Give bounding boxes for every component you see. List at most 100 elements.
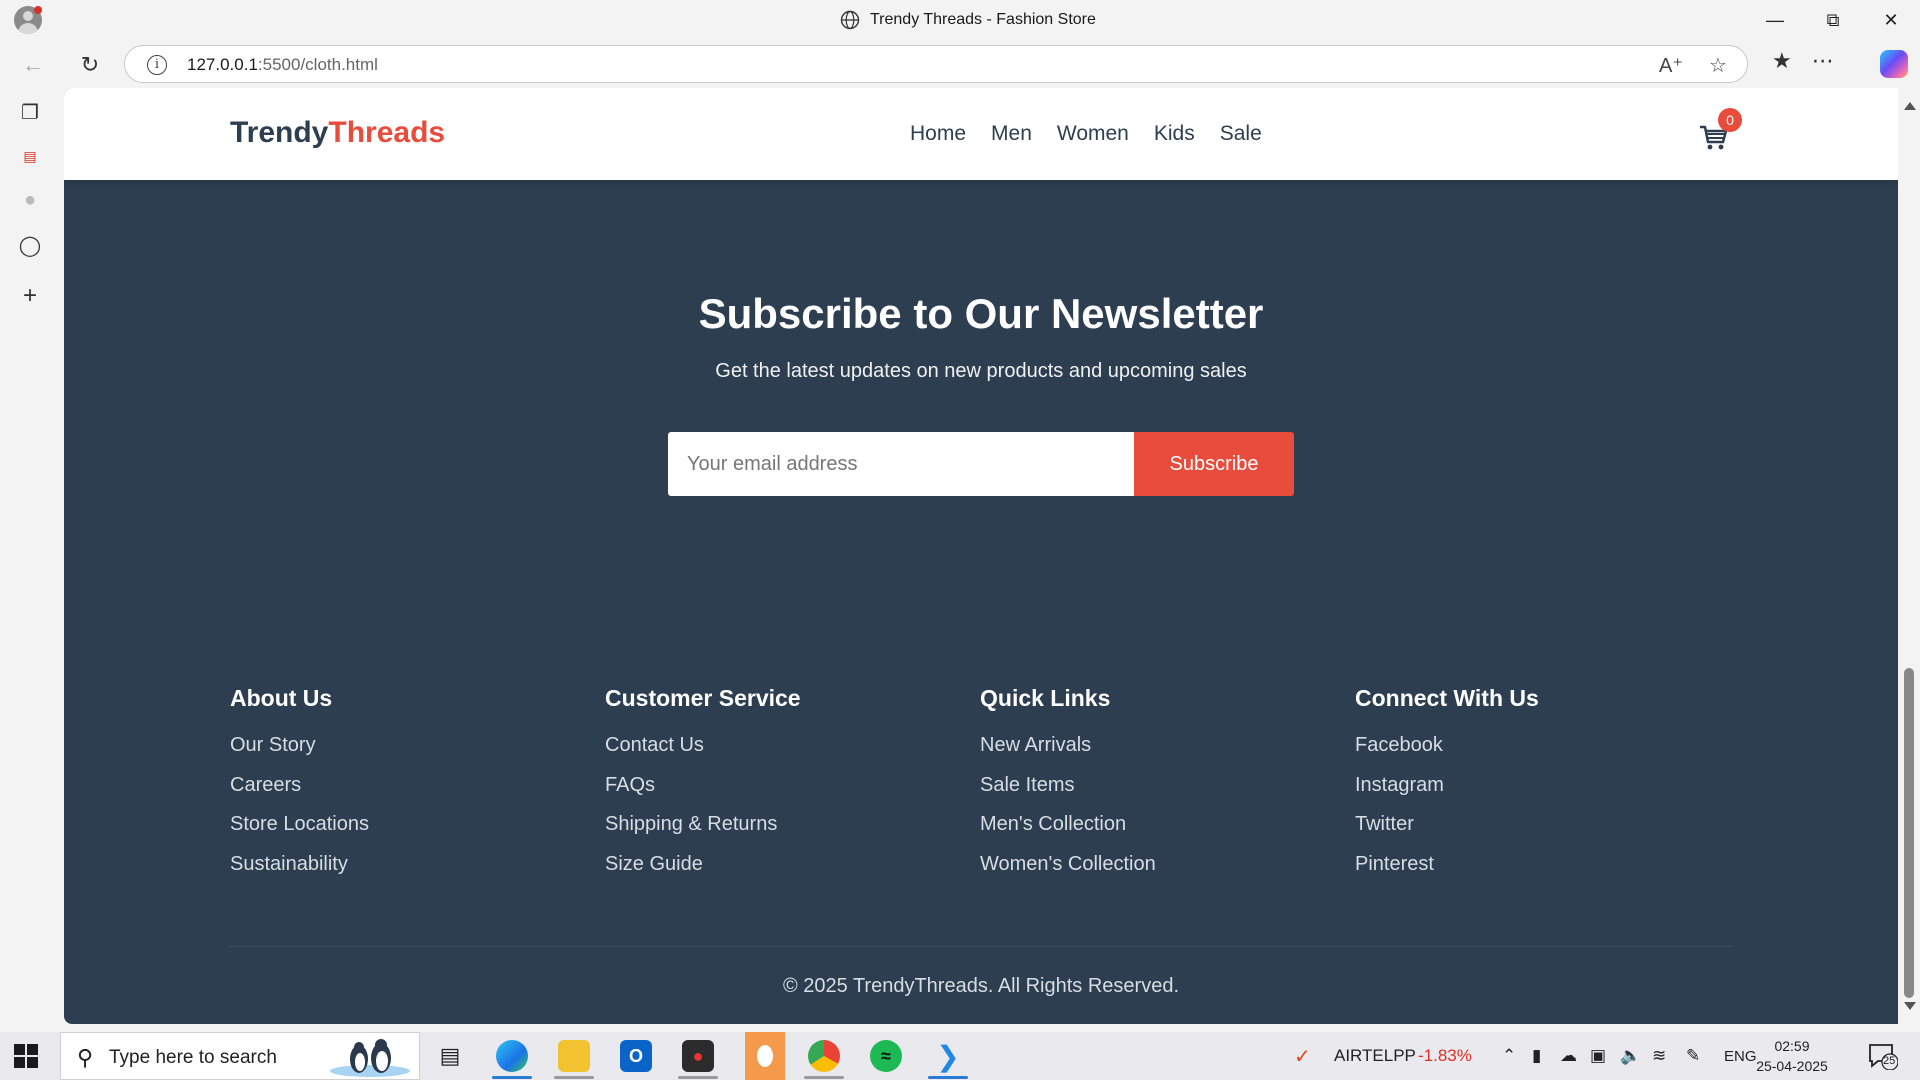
copyright-text: © 2025 TrendyThreads. All Rights Reserve… xyxy=(782,975,1180,997)
page-viewport: TrendyThreads Home Men Women Kids Sale 0… xyxy=(64,88,1898,1024)
nav-sale[interactable]: Sale xyxy=(1220,122,1262,146)
footer-link[interactable]: Pinterest xyxy=(1355,853,1730,893)
add-icon[interactable]: + xyxy=(18,282,42,309)
footer-link[interactable]: Women's Collection xyxy=(980,853,1355,893)
meet-now-icon[interactable]: ▣ xyxy=(1590,1046,1606,1066)
footer-link[interactable]: New Arrivals xyxy=(980,734,1355,774)
nav-women[interactable]: Women xyxy=(1057,122,1129,146)
vscode-icon[interactable]: ❯ xyxy=(932,1040,964,1072)
footer-link[interactable]: Instagram xyxy=(1355,774,1730,814)
footer-col-quick-links: Quick Links New Arrivals Sale Items Men'… xyxy=(980,685,1355,892)
footer-link[interactable]: Facebook xyxy=(1355,734,1730,774)
site-logo[interactable]: TrendyThreads xyxy=(230,116,445,150)
clock-time: 02:59 xyxy=(1774,1038,1810,1054)
cart-count-badge: 0 xyxy=(1718,108,1742,132)
main-nav: Home Men Women Kids Sale xyxy=(910,122,1262,146)
edge-active-indicator xyxy=(492,1076,532,1079)
volume-icon[interactable]: 🔈 xyxy=(1620,1046,1641,1066)
browser-titlebar: Trendy Threads - Fashion Store — ⧉ ✕ xyxy=(0,0,1920,40)
refresh-icon[interactable]: ↻ xyxy=(75,50,105,80)
outlook-icon[interactable]: O xyxy=(620,1040,652,1072)
file-explorer-icon[interactable] xyxy=(558,1040,590,1072)
tray-chevron-up-icon[interactable]: ⌃ xyxy=(1502,1046,1516,1066)
windows-start-icon[interactable] xyxy=(14,1044,38,1068)
footer-heading: Connect With Us xyxy=(1355,685,1539,711)
footer-col-connect: Connect With Us Facebook Instagram Twitt… xyxy=(1355,685,1730,892)
battery-icon[interactable]: ▮ xyxy=(1532,1046,1541,1066)
page-scrollbar[interactable] xyxy=(1898,88,1920,1024)
taskbar-clock[interactable]: 02:59 25-04-2025 xyxy=(1752,1036,1832,1076)
edge-browser-icon[interactable] xyxy=(496,1040,528,1072)
taskbar-search-box[interactable]: ⚲ Type here to search xyxy=(60,1032,420,1080)
footer-link[interactable]: Contact Us xyxy=(605,734,980,774)
recorder-indicator xyxy=(678,1076,718,1079)
stock-change[interactable]: -1.83% xyxy=(1418,1046,1472,1066)
logo-text-trendy: Trendy xyxy=(230,116,329,149)
footer-divider xyxy=(230,946,1732,947)
clock-date: 25-04-2025 xyxy=(1756,1058,1828,1074)
footer-col-about: About Us Our Story Careers Store Locatio… xyxy=(230,685,605,892)
task-view-icon[interactable]: ▤ xyxy=(434,1040,466,1072)
pdf-icon[interactable]: ▤ xyxy=(18,144,42,168)
vscode-active-indicator xyxy=(928,1076,968,1079)
footer-col-customer-service: Customer Service Contact Us FAQs Shippin… xyxy=(605,685,980,892)
footer-link[interactable]: Sustainability xyxy=(230,853,605,893)
mongodb-compass-icon[interactable] xyxy=(745,1032,785,1080)
stock-name[interactable]: AIRTELPP xyxy=(1334,1046,1416,1066)
nav-men[interactable]: Men xyxy=(991,122,1032,146)
more-options-icon[interactable]: ⋯ xyxy=(1812,48,1834,74)
scroll-up-arrow-icon[interactable] xyxy=(1904,102,1916,110)
footer-link[interactable]: Shipping & Returns xyxy=(605,813,980,853)
close-icon[interactable]: ✕ xyxy=(1862,0,1920,40)
footer-link[interactable]: Store Locations xyxy=(230,813,605,853)
media-icon[interactable]: ● xyxy=(18,188,42,212)
footer-link[interactable]: Our Story xyxy=(230,734,605,774)
stock-logo-icon[interactable]: ✓ xyxy=(1294,1044,1311,1069)
url-text[interactable]: 127.0.0.1:5500/cloth.html xyxy=(187,55,378,75)
subscribe-button[interactable]: Subscribe xyxy=(1134,432,1294,496)
globe-icon xyxy=(840,10,860,30)
back-arrow-icon[interactable]: ← xyxy=(18,50,48,80)
logo-text-threads: Threads xyxy=(328,116,446,149)
onedrive-icon[interactable]: ☁ xyxy=(1560,1046,1577,1066)
copilot-icon[interactable] xyxy=(1880,50,1908,78)
penguins-illustration-icon xyxy=(330,1039,410,1077)
email-input[interactable] xyxy=(668,432,1134,496)
taskbar-search-placeholder: Type here to search xyxy=(109,1047,277,1068)
favorite-star-icon[interactable]: ☆ xyxy=(1709,53,1727,78)
browser-sidebar: ❐ ▤ ● ◯ + xyxy=(0,88,64,1024)
wifi-icon[interactable]: ≋ xyxy=(1652,1046,1666,1066)
window-title: Trendy Threads - Fashion Store xyxy=(840,10,1096,30)
chrome-icon[interactable] xyxy=(808,1040,840,1072)
footer-heading: About Us xyxy=(230,685,333,711)
footer-link[interactable]: Size Guide xyxy=(605,853,980,893)
nav-home[interactable]: Home xyxy=(910,122,966,146)
footer-link[interactable]: Sale Items xyxy=(980,774,1355,814)
notification-count: 25 xyxy=(1883,1055,1896,1067)
scroll-down-arrow-icon[interactable] xyxy=(1904,1002,1916,1010)
scroll-thumb[interactable] xyxy=(1904,668,1914,998)
chrome-indicator xyxy=(804,1076,844,1079)
tab-actions-icon[interactable]: ❐ xyxy=(18,100,42,124)
search-icon: ⚲ xyxy=(77,1045,94,1070)
web-globe-icon[interactable]: ◯ xyxy=(18,233,42,257)
minimize-icon[interactable]: — xyxy=(1746,0,1804,40)
footer-link[interactable]: FAQs xyxy=(605,774,980,814)
pen-icon[interactable]: ✎ xyxy=(1686,1046,1700,1066)
site-header: TrendyThreads Home Men Women Kids Sale 0 xyxy=(64,88,1898,180)
favorites-icon[interactable]: ★ xyxy=(1772,48,1792,74)
restore-icon[interactable]: ⧉ xyxy=(1804,0,1862,40)
newsletter-form: Subscribe xyxy=(668,432,1294,496)
footer-link[interactable]: Twitter xyxy=(1355,813,1730,853)
profile-notification-dot xyxy=(34,6,42,14)
spotify-icon[interactable]: ≈ xyxy=(870,1040,902,1072)
recorder-icon[interactable]: ● xyxy=(682,1040,714,1072)
notification-center-icon[interactable]: 25 xyxy=(1868,1042,1899,1071)
footer-link[interactable]: Men's Collection xyxy=(980,813,1355,853)
file-explorer-indicator xyxy=(554,1076,594,1079)
address-bar[interactable]: i 127.0.0.1:5500/cloth.html A⁺ ☆ xyxy=(124,45,1748,83)
footer-link[interactable]: Careers xyxy=(230,774,605,814)
read-aloud-icon[interactable]: A⁺ xyxy=(1659,53,1683,78)
nav-kids[interactable]: Kids xyxy=(1154,122,1195,146)
site-info-icon[interactable]: i xyxy=(147,55,167,75)
